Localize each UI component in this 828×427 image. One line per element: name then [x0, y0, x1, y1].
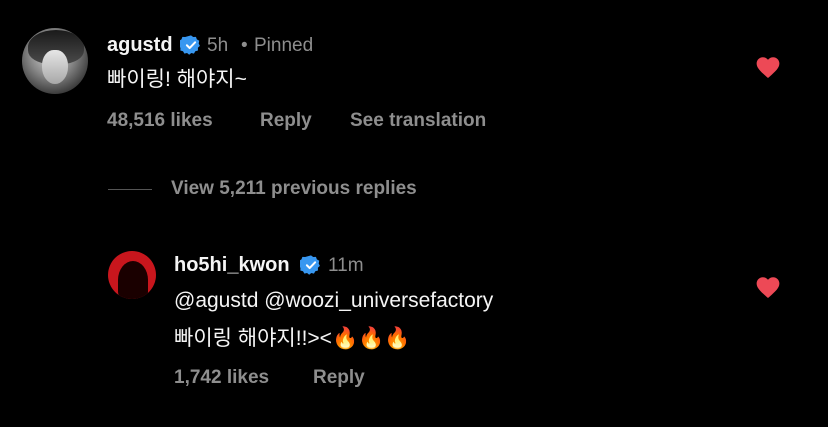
comment-text: 빠이링 해야지!!><🔥🔥🔥 — [174, 327, 411, 350]
heart-icon[interactable] — [755, 55, 781, 79]
avatar[interactable] — [22, 28, 88, 94]
pinned-label: Pinned — [254, 35, 314, 56]
comment-text: 빠이링! 해야지~ — [107, 68, 247, 91]
comment-username[interactable]: ho5hi_kwon — [174, 254, 290, 277]
avatar[interactable] — [108, 251, 156, 299]
meta-separator: • — [241, 35, 248, 56]
comment-mentions[interactable]: @agustd @woozi_universefactory — [174, 290, 493, 311]
likes-count[interactable]: 48,516 likes — [107, 110, 213, 132]
verified-badge-icon — [300, 255, 320, 275]
avatar-silhouette — [118, 261, 148, 299]
comment-time: 5h — [207, 35, 229, 56]
comment-username[interactable]: agustd — [107, 34, 173, 57]
verified-badge-icon — [180, 35, 200, 55]
heart-icon[interactable] — [755, 275, 781, 299]
comment-time: 11m — [328, 255, 364, 276]
avatar-face — [42, 50, 68, 84]
reply-button[interactable]: Reply — [313, 367, 365, 389]
thread-divider — [108, 189, 152, 190]
likes-count[interactable]: 1,742 likes — [174, 367, 269, 389]
see-translation-button[interactable]: See translation — [350, 110, 486, 132]
reply-button[interactable]: Reply — [260, 110, 312, 132]
view-previous-replies-button[interactable]: View 5,211 previous replies — [171, 178, 417, 200]
